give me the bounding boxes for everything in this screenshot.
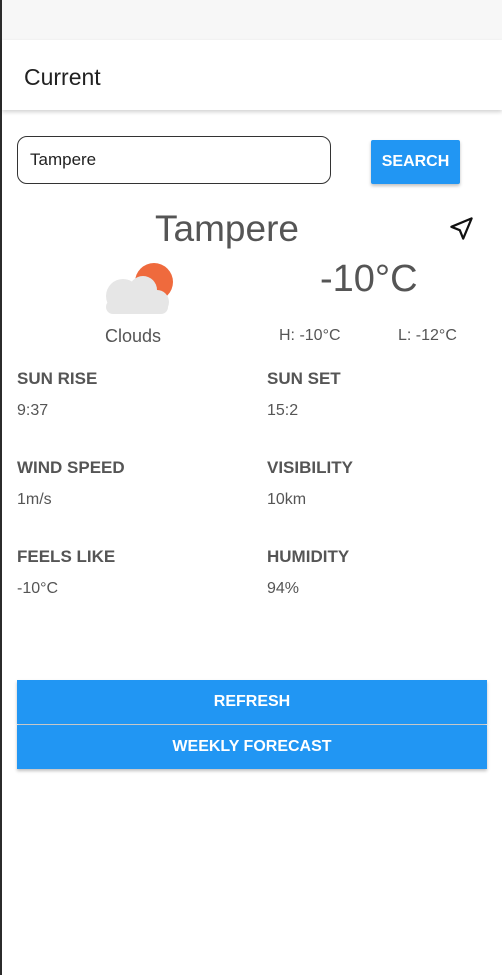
sun-set-value: 15:2 (267, 402, 299, 419)
app-bar: Current (2, 40, 502, 110)
city-name: Tampere (155, 208, 299, 249)
humidity-value: 94% (267, 580, 300, 597)
sun-rise-value: 9:37 (17, 402, 49, 419)
status-bar (2, 0, 502, 40)
humidity-label: HUMIDITY (267, 547, 350, 566)
low-temperature: L: -12°C (398, 327, 457, 344)
feels-like-label: FEELS LIKE (17, 547, 116, 566)
wind-speed-value: 1m/s (17, 491, 52, 508)
visibility-label: VISIBILITY (267, 458, 353, 477)
sun-set-label: SUN SET (267, 369, 341, 388)
refresh-button[interactable]: REFRESH (17, 680, 487, 724)
temperature: -10°C (320, 258, 418, 300)
high-temperature: H: -10°C (279, 327, 341, 344)
navigation-icon[interactable] (448, 215, 475, 242)
visibility-value: 10km (267, 491, 307, 508)
wind-speed-label: WIND SPEED (17, 458, 125, 477)
search-button[interactable]: SEARCH (371, 140, 460, 184)
feels-like-value: -10°C (17, 580, 59, 597)
weekly-forecast-button[interactable]: WEEKLY FORECAST (17, 725, 487, 769)
weather-condition: Clouds (105, 326, 162, 346)
page-title: Current (24, 64, 101, 90)
search-input[interactable] (17, 136, 331, 184)
sun-rise-label: SUN RISE (17, 369, 98, 388)
window-border (0, 0, 2, 975)
cloud-sun-icon (106, 263, 173, 314)
